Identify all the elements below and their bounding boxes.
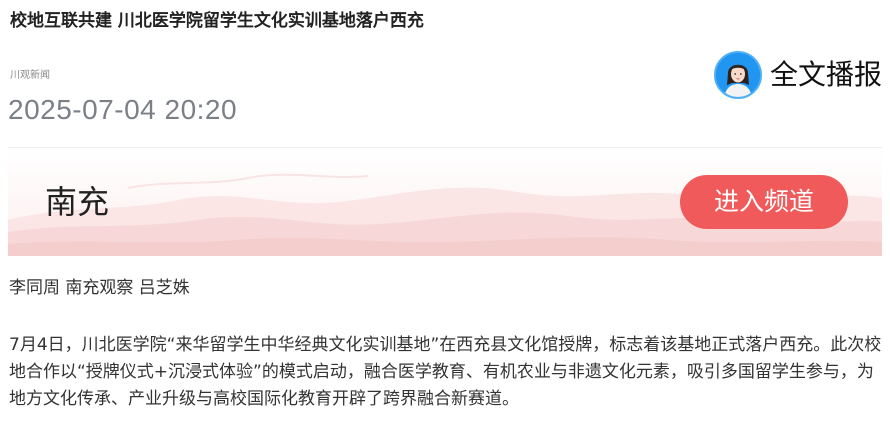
header-divider [8,147,882,148]
enter-channel-button[interactable]: 进入频道 [680,175,848,229]
channel-banner: 南充 进入频道 [8,150,882,256]
publish-datetime: 2025-07-04 20:20 [8,94,238,125]
article-byline: 李同周 南充观察 吕芝姝 [9,278,190,298]
ai-anchor-avatar-icon [714,51,762,99]
channel-name: 南充 [45,183,110,221]
article-paragraph: 7月4日，川北医学院“来华留学生中华经典文化实训基地”在西充县文化馆授牌，标志着… [9,335,882,409]
article-source: 川观新闻 [10,70,50,81]
listen-full-text-button[interactable]: 全文播报 [714,50,882,100]
article-title: 校地互联共建 川北医学院留学生文化实训基地落户西充 [10,11,424,31]
listen-full-text-label: 全文播报 [770,58,883,91]
